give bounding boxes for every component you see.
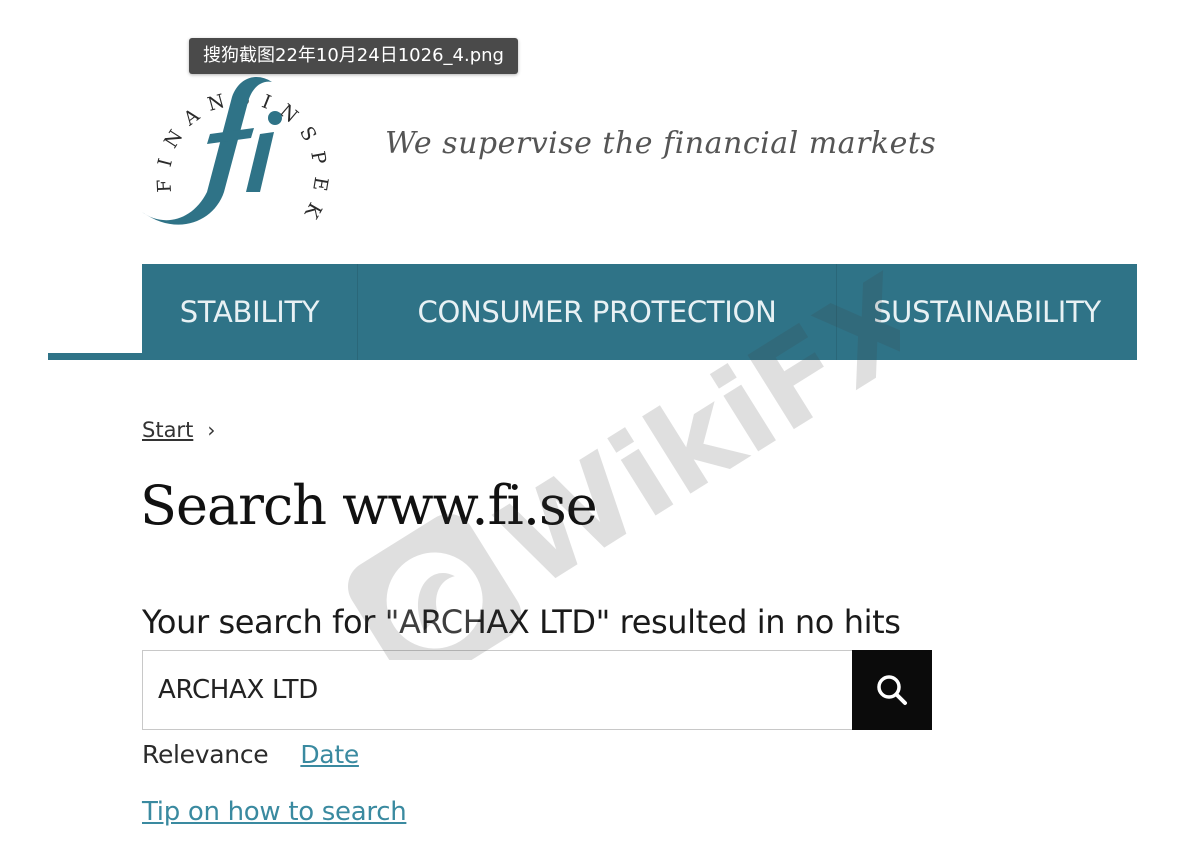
watermark-logo-circle <box>386 552 483 649</box>
nav-item-stability[interactable]: STABILITY <box>142 264 357 360</box>
nav-baseline <box>48 353 142 360</box>
sort-date-link[interactable]: Date <box>300 740 359 769</box>
search-form <box>142 650 932 730</box>
main-nav: STABILITY CONSUMER PROTECTION SUSTAINABI… <box>142 264 1137 360</box>
search-result-message: Your search for "ARCHAX LTD" resulted in… <box>142 603 901 641</box>
breadcrumb: Start › <box>142 418 215 442</box>
sort-relevance[interactable]: Relevance <box>142 740 269 769</box>
sort-options: Relevance Date <box>142 740 359 769</box>
chevron-right-icon: › <box>207 418 216 442</box>
breadcrumb-start-link[interactable]: Start <box>142 418 193 442</box>
tagline: We supervise the financial markets <box>385 126 937 161</box>
nav-item-consumer-protection[interactable]: CONSUMER PROTECTION <box>357 264 837 360</box>
page: 搜狗截图22年10月24日1026_4.png FINANSINSPEKTION… <box>0 0 1190 862</box>
logo-i-stem <box>246 132 274 192</box>
page-title: Search www.fi.se <box>140 474 598 537</box>
search-input[interactable] <box>142 650 852 730</box>
search-button[interactable] <box>852 650 932 730</box>
filename-tooltip: 搜狗截图22年10月24日1026_4.png <box>189 38 518 74</box>
search-icon <box>877 675 907 705</box>
logo-i-dot <box>268 111 282 125</box>
nav-item-sustainability[interactable]: SUSTAINABILITY <box>837 264 1137 360</box>
search-tips-link[interactable]: Tip on how to search <box>142 797 407 827</box>
